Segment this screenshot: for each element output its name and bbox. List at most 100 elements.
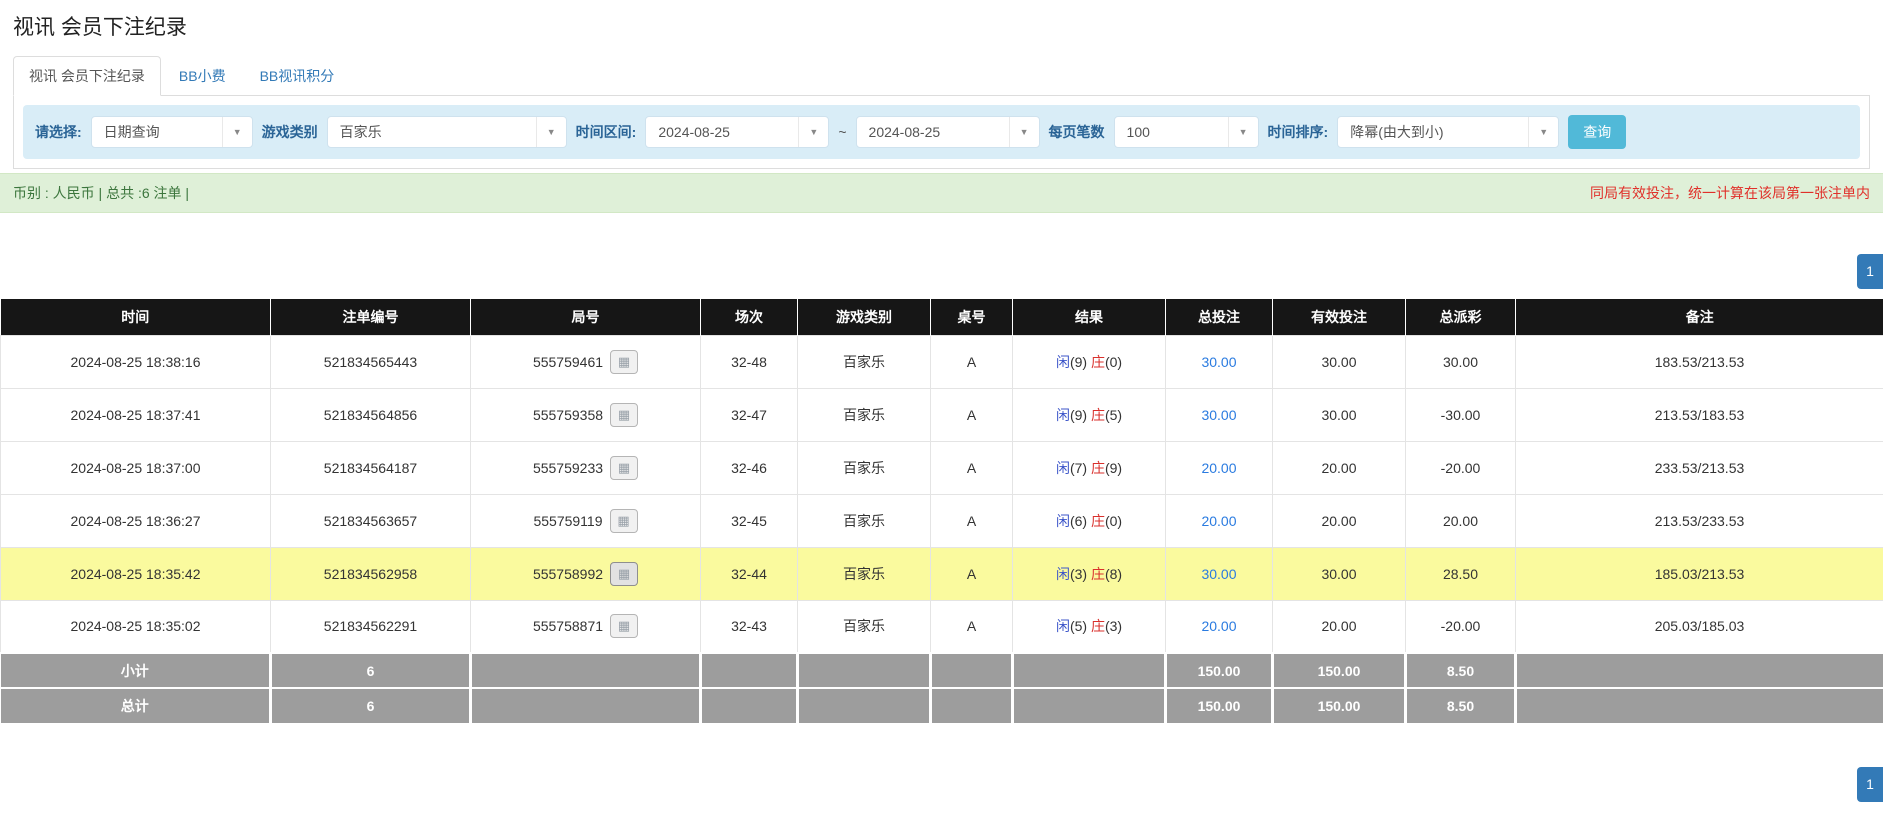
result-banker-label: 庄 (1091, 566, 1105, 582)
cell-valid-bet: 20.00 (1273, 600, 1406, 653)
total-bet-link[interactable]: 20.00 (1201, 513, 1236, 529)
cell-result: 闲(3) 庄(8) (1013, 547, 1166, 600)
result-player-value: (6) (1070, 513, 1091, 529)
column-header-0: 时间 (1, 299, 271, 335)
cell-round-number: 555759461 ▦ (471, 335, 701, 388)
page-1-button[interactable]: 1 (1857, 254, 1883, 289)
total-bet-link[interactable]: 30.00 (1201, 354, 1236, 370)
total-bet-link[interactable]: 30.00 (1201, 566, 1236, 582)
summary-empty (1013, 653, 1166, 688)
column-header-8: 有效投注 (1273, 299, 1406, 335)
cell-bet-number: 521834565443 (271, 335, 471, 388)
pagination-top: 1 (0, 254, 1883, 289)
cell-game-type: 百家乐 (798, 441, 931, 494)
round-preview-icon[interactable]: ▦ (610, 562, 638, 586)
cell-result: 闲(9) 庄(5) (1013, 388, 1166, 441)
total-bet-link[interactable]: 20.00 (1201, 460, 1236, 476)
cell-round-number: 555758992▦ (471, 547, 701, 600)
cell-total-bet[interactable]: 30.00 (1166, 335, 1273, 388)
page-size-value: 100 (1115, 124, 1228, 140)
round-preview-icon[interactable]: ▦ (610, 350, 638, 374)
cell-remark: 183.53/213.53 (1516, 335, 1883, 388)
column-header-3: 场次 (701, 299, 798, 335)
round-preview-icon[interactable]: ▦ (610, 509, 638, 533)
cell-round-number: 555759233▦ (471, 441, 701, 494)
summary-valid-bet: 150.00 (1273, 688, 1406, 723)
summary-payout: 8.50 (1406, 653, 1516, 688)
summary-total-bet: 150.00 (1166, 688, 1273, 723)
result-player-label: 闲 (1056, 513, 1070, 529)
cell-total-bet[interactable]: 30.00 (1166, 388, 1273, 441)
game-type-select[interactable]: 百家乐 ▼ (327, 116, 567, 148)
query-type-select[interactable]: 日期查询 ▼ (91, 116, 253, 148)
cell-result: 闲(5) 庄(3) (1013, 600, 1166, 653)
cell-total-bet[interactable]: 30.00 (1166, 547, 1273, 600)
result-banker-label: 庄 (1091, 407, 1105, 423)
chevron-down-icon: ▼ (1228, 117, 1258, 147)
cell-bet-number: 521834562291 (271, 600, 471, 653)
tab-2[interactable]: BB视讯积分 (244, 56, 351, 96)
date-from-select[interactable]: 2024-08-25 ▼ (645, 116, 829, 148)
result-banker-label: 庄 (1091, 618, 1105, 634)
result-player-value: (9) (1070, 354, 1091, 370)
column-header-4: 游戏类别 (798, 299, 931, 335)
round-preview-icon[interactable]: ▦ (610, 456, 638, 480)
cell-game-type: 百家乐 (798, 600, 931, 653)
round-number-group: 555759119▦ (533, 509, 637, 533)
summary-valid-bet: 150.00 (1273, 653, 1406, 688)
date-to-select[interactable]: 2024-08-25 ▼ (856, 116, 1040, 148)
tab-0[interactable]: 视讯 会员下注纪录 (13, 56, 161, 96)
time-range-label: 时间区间: (576, 122, 637, 142)
column-header-10: 备注 (1516, 299, 1883, 335)
tab-1[interactable]: BB小费 (163, 56, 242, 96)
round-number-group: 555758992▦ (533, 562, 638, 586)
result-player-value: (7) (1070, 460, 1091, 476)
result-banker-value: (9) (1105, 460, 1122, 476)
round-number-group: 555759461 ▦ (533, 350, 638, 374)
round-number-text: 555759461 (533, 354, 603, 370)
summary-empty (931, 688, 1013, 723)
summary-empty (471, 653, 701, 688)
summary-count: 6 (271, 653, 471, 688)
cell-remark: 213.53/183.53 (1516, 388, 1883, 441)
total-bet-link[interactable]: 20.00 (1201, 618, 1236, 634)
result-player-label: 闲 (1056, 354, 1070, 370)
column-header-9: 总派彩 (1406, 299, 1516, 335)
result-player-label: 闲 (1056, 566, 1070, 582)
result-banker-value: (0) (1105, 354, 1122, 370)
round-preview-icon[interactable]: ▦ (610, 403, 638, 427)
cell-session: 32-44 (701, 547, 798, 600)
cell-total-bet[interactable]: 20.00 (1166, 600, 1273, 653)
summary-empty (1013, 688, 1166, 723)
cell-remark: 185.03/213.53 (1516, 547, 1883, 600)
result-banker-value: (8) (1105, 566, 1122, 582)
cell-time: 2024-08-25 18:35:42 (1, 547, 271, 600)
result-banker-label: 庄 (1091, 460, 1105, 476)
page-1-button[interactable]: 1 (1857, 767, 1883, 802)
result-player-value: (9) (1070, 407, 1091, 423)
cell-game-type: 百家乐 (798, 335, 931, 388)
page-size-select[interactable]: 100 ▼ (1114, 116, 1259, 148)
column-header-2: 局号 (471, 299, 701, 335)
bet-records-table: 时间注单编号局号场次游戏类别桌号结果总投注有效投注总派彩备注 2024-08-2… (0, 299, 1883, 723)
cell-total-bet[interactable]: 20.00 (1166, 494, 1273, 547)
total-bet-link[interactable]: 30.00 (1201, 407, 1236, 423)
cell-remark: 213.53/233.53 (1516, 494, 1883, 547)
cell-session: 32-45 (701, 494, 798, 547)
summary-count: 6 (271, 688, 471, 723)
cell-time: 2024-08-25 18:38:16 (1, 335, 271, 388)
cell-result: 闲(6) 庄(0) (1013, 494, 1166, 547)
cell-game-type: 百家乐 (798, 494, 931, 547)
table-row: 2024-08-25 18:38:16521834565443 555759461… (1, 335, 1883, 388)
round-preview-icon[interactable]: ▦ (610, 614, 638, 638)
result-banker-value: (5) (1105, 407, 1122, 423)
query-type-value: 日期查询 (92, 122, 222, 142)
cell-total-bet[interactable]: 20.00 (1166, 441, 1273, 494)
time-sort-select[interactable]: 降幂(由大到小) ▼ (1337, 116, 1559, 148)
time-sort-label: 时间排序: (1268, 122, 1329, 142)
cell-session: 32-46 (701, 441, 798, 494)
search-button[interactable]: 查询 (1568, 115, 1626, 149)
result-player-label: 闲 (1056, 407, 1070, 423)
info-bar: 币别 : 人民币 | 总共 :6 注单 | 同局有效投注，统一计算在该局第一张注… (0, 173, 1883, 213)
cell-bet-number: 521834564856 (271, 388, 471, 441)
